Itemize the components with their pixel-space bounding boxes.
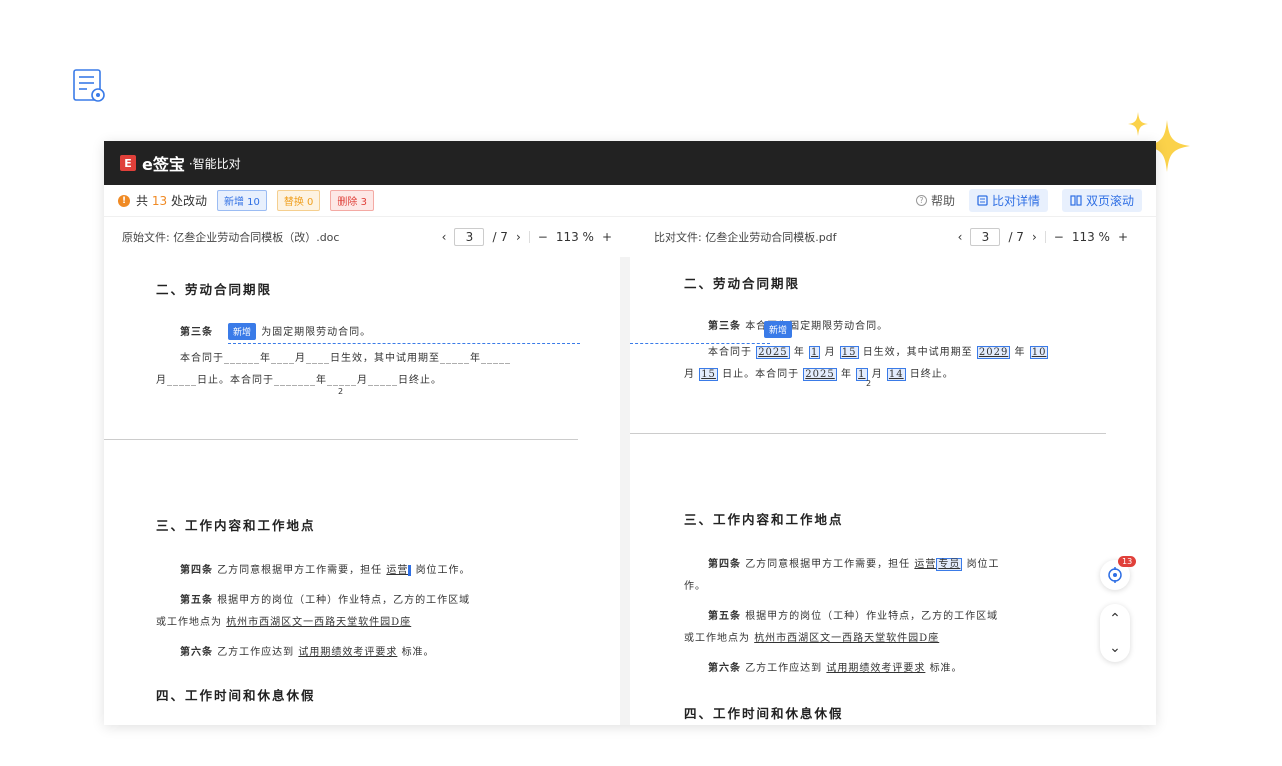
article-3-line-2: 本合同于 2025 年 1 月 15 日生效，其中试用期至 2029 年 10 xyxy=(708,346,1049,359)
target-icon xyxy=(1108,567,1122,583)
zoom-out-button[interactable]: − xyxy=(538,230,548,244)
dual-page-icon xyxy=(1070,195,1082,206)
dual-scroll-button[interactable]: 双页滚动 xyxy=(1061,189,1142,212)
right-pager: ‹ 3 / 7 › − 113 % + xyxy=(958,228,1128,246)
right-file-name: 比对文件: 亿叁企业劳动合同模板.pdf xyxy=(654,231,837,244)
compare-window: E e签宝 ·智能比对 ! 共 13 处改动 新增 10 替换 0 删除 3 ?… xyxy=(104,141,1156,725)
left-page-input[interactable]: 3 xyxy=(454,228,485,246)
article-4: 第四条 乙方同意根据甲方工作需要，担任 运营 岗位工作。 xyxy=(180,565,471,576)
filter-added[interactable]: 新增 10 xyxy=(216,190,267,211)
article-4-wrap: 作。 xyxy=(684,581,706,592)
left-file-name: 原始文件: 亿叁企业劳动合同模板（改）.doc xyxy=(122,231,340,244)
summary-toolbar: ! 共 13 处改动 新增 10 替换 0 删除 3 ? 帮助 比对详情 双页滚… xyxy=(104,185,1156,217)
brand-name: e签宝 xyxy=(142,155,185,174)
article-6: 第六条 乙方工作应达到 试用期绩效考评要求 标准。 xyxy=(180,647,435,658)
change-count-badge: 13 xyxy=(1118,556,1137,567)
article-3-line-2: 本合同于______年____月____日生效，其中试用期至_____年____… xyxy=(180,353,511,364)
section-heading: 二、劳动合同期限 xyxy=(684,276,801,291)
filter-deleted[interactable]: 删除 3 xyxy=(330,190,374,211)
left-file-bar: 原始文件: 亿叁企业劳动合同模板（改）.doc ‹ 3 / 7 › − 113 … xyxy=(104,228,630,246)
prev-page-button[interactable]: ‹ xyxy=(442,230,447,244)
left-pager: ‹ 3 / 7 › − 113 % + xyxy=(442,228,612,246)
article-5: 第五条 根据甲方的岗位（工种）作业特点，乙方的工作区域 xyxy=(708,611,999,622)
right-page-input[interactable]: 3 xyxy=(970,228,1001,246)
product-name: ·智能比对 xyxy=(188,156,241,171)
page-break xyxy=(630,433,1106,434)
section-heading: 三、工作内容和工作地点 xyxy=(156,518,316,533)
filter-replaced[interactable]: 替换 0 xyxy=(276,190,321,211)
article-3-line-3: 月_____日止。本合同于_______年_____月_____日终止。 xyxy=(156,375,442,386)
column-divider xyxy=(620,257,630,725)
sparkle-icon xyxy=(1128,112,1148,136)
brand-logo: E xyxy=(120,155,136,171)
zoom-in-button[interactable]: + xyxy=(1118,230,1128,244)
question-icon: ? xyxy=(915,195,927,206)
warning-icon: ! xyxy=(118,194,130,207)
added-tag[interactable]: 新增 xyxy=(764,321,793,338)
document-area: 二、劳动合同期限 第三条 为固定期限劳动合同。 新增 本合同于______年__… xyxy=(104,257,1156,725)
added-tag[interactable]: 新增 xyxy=(228,323,257,340)
section-heading: 四、工作时间和休息休假 xyxy=(156,688,316,703)
right-zoom-level: 113 % xyxy=(1071,230,1110,244)
article-5-line-2: 或工作地点为 杭州市西湖区文一西路天堂软件园D座 xyxy=(684,633,940,644)
article-3-line-3: 月 15 日止。本合同于 2025 年 1 月 14 日终止。 xyxy=(684,368,954,381)
change-summary: 共 13 处改动 xyxy=(136,194,207,208)
next-page-button[interactable]: › xyxy=(1032,230,1037,244)
article-6: 第六条 乙方工作应达到 试用期绩效考评要求 标准。 xyxy=(708,663,963,674)
article-3: 第三条 为固定期限劳动合同。 xyxy=(180,327,372,338)
compare-detail-button[interactable]: 比对详情 xyxy=(968,189,1048,212)
page-break xyxy=(104,439,578,440)
article-5: 第五条 根据甲方的岗位（工种）作业特点，乙方的工作区域 xyxy=(180,595,471,606)
change-navigator: ⌃ ⌄ xyxy=(1100,604,1130,662)
right-file-bar: 比对文件: 亿叁企业劳动合同模板.pdf ‹ 3 / 7 › − 113 % + xyxy=(630,228,1156,246)
next-change-button[interactable]: ⌄ xyxy=(1109,640,1121,656)
file-bar: 原始文件: 亿叁企业劳动合同模板（改）.doc ‹ 3 / 7 › − 113 … xyxy=(104,217,1156,257)
section-heading: 四、工作时间和休息休假 xyxy=(684,706,844,721)
compared-document[interactable]: 二、劳动合同期限 第三条 本合同为固定期限劳动合同。 新增 本合同于 2025 … xyxy=(630,257,1156,725)
left-zoom-level: 113 % xyxy=(555,230,594,244)
article-4: 第四条 乙方同意根据甲方工作需要，担任 运营 专员 岗位工 xyxy=(708,558,1000,571)
prev-page-button[interactable]: ‹ xyxy=(958,230,963,244)
article-5-line-2: 或工作地点为 杭州市西湖区文一西路天堂软件园D座 xyxy=(156,617,412,628)
zoom-out-button[interactable]: − xyxy=(1054,230,1064,244)
next-page-button[interactable]: › xyxy=(516,230,521,244)
original-document[interactable]: 二、劳动合同期限 第三条 为固定期限劳动合同。 新增 本合同于______年__… xyxy=(104,257,620,725)
document-icon xyxy=(73,69,105,102)
doc-detail-icon xyxy=(977,195,988,206)
left-page-total: / 7 xyxy=(492,230,508,244)
right-page-total: / 7 xyxy=(1008,230,1024,244)
page-number: 2 xyxy=(338,387,344,396)
article-3: 第三条 本合同为固定期限劳动合同。 xyxy=(708,321,889,332)
section-heading: 二、劳动合同期限 xyxy=(156,282,273,297)
page: E e签宝 ·智能比对 ! 共 13 处改动 新增 10 替换 0 删除 3 ?… xyxy=(0,0,1282,766)
previous-change-button[interactable]: ⌃ xyxy=(1109,611,1121,627)
section-heading: 三、工作内容和工作地点 xyxy=(684,512,844,527)
help-link[interactable]: ? 帮助 xyxy=(915,192,955,209)
page-number: 2 xyxy=(866,379,872,388)
title-bar: E e签宝 ·智能比对 xyxy=(104,141,1156,185)
zoom-in-button[interactable]: + xyxy=(602,230,612,244)
